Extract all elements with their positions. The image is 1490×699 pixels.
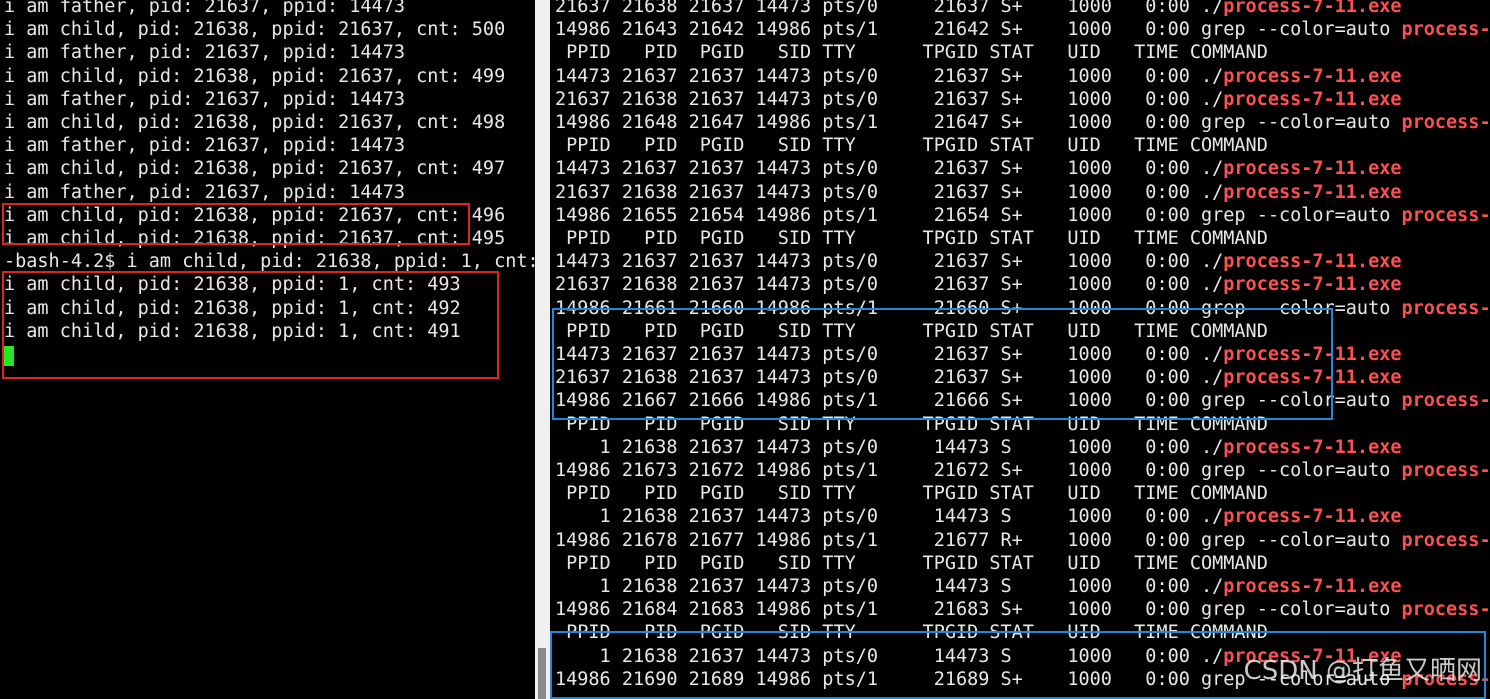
ps-row-text: 14986 21655 21654 14986 pts/1 21654 S+ 1…: [555, 204, 1402, 226]
terminal-output-line: i am child, pid: 21638, ppid: 21637, cnt…: [4, 158, 506, 180]
ps-output-row: 14473 21637 21637 14473 pts/0 21637 S+ 1…: [555, 343, 1402, 366]
ps-row-text: 21637 21638 21637 14473 pts/0 21637 S+ 1…: [555, 181, 1224, 203]
ps-row-text: 1 21638 21637 14473 pts/0 14473 S 1000 0…: [555, 506, 1224, 528]
ps-row-text: 14473 21637 21637 14473 pts/0 21637 S+ 1…: [555, 251, 1224, 273]
right-terminal-pane[interactable]: 21637 21638 21637 14473 pts/0 21637 S+ 1…: [550, 0, 1490, 699]
grep-match-highlight: process-7-11.exe: [1401, 529, 1490, 551]
ps-row-text: 14473 21637 21637 14473 pts/0 21637 S+ 1…: [555, 65, 1224, 87]
ps-row-text: PPID PID PGID SID TTY TPGID STAT UID TIM…: [555, 483, 1268, 505]
grep-match-highlight: process-7-11.exe: [1223, 181, 1402, 203]
ps-output-row: 14986 21648 21647 14986 pts/1 21647 S+ 1…: [555, 111, 1490, 134]
terminal-output-line: i am child, pid: 21638, ppid: 21637, cnt…: [4, 228, 506, 249]
terminal-output-line: i am child, pid: 21638, ppid: 21637, cnt…: [4, 19, 506, 41]
terminal-output-line: i am child, pid: 21638, ppid: 21637, cnt…: [4, 112, 506, 133]
grep-match-highlight: process-7-11.exe: [1401, 460, 1490, 481]
grep-match-highlight: process-7-11.exe: [1401, 112, 1490, 133]
ps-row-text: 14986 21667 21666 14986 pts/1 21666 S+ 1…: [555, 390, 1402, 412]
ps-output-row: 1 21638 21637 14473 pts/0 14473 S 1000 0…: [555, 505, 1402, 528]
ps-header-row: PPID PID PGID SID TTY TPGID STAT UID TIM…: [555, 621, 1268, 644]
ps-output-row: 14473 21637 21637 14473 pts/0 21637 S+ 1…: [555, 250, 1402, 273]
ps-output-row: 14986 21661 21660 14986 pts/1 21660 S+ 1…: [555, 297, 1490, 320]
ps-row-text: 21637 21638 21637 14473 pts/0 21637 S+ 1…: [555, 367, 1224, 389]
left-terminal-pane[interactable]: i am father, pid: 21637, ppid: 14473 i am…: [0, 0, 535, 699]
ps-row-text: 14473 21637 21637 14473 pts/0 21637 S+ 1…: [555, 158, 1224, 180]
ps-row-text: 1 21638 21637 14473 pts/0 14473 S 1000 0…: [555, 576, 1224, 597]
grep-match-highlight: process-7-11.exe: [1401, 297, 1490, 319]
ps-row-text: PPID PID PGID SID TTY TPGID STAT UID TIM…: [555, 135, 1268, 157]
ps-header-row: PPID PID PGID SID TTY TPGID STAT UID TIM…: [555, 134, 1268, 157]
terminal-output-line: i am child, pid: 21638, ppid: 21637, cnt…: [4, 65, 506, 87]
pane-divider[interactable]: [535, 0, 550, 699]
ps-output-row: 14986 21673 21672 14986 pts/1 21672 S+ 1…: [555, 459, 1490, 482]
ps-row-text: PPID PID PGID SID TTY TPGID STAT UID TIM…: [555, 622, 1268, 644]
ps-row-text: 14986 21661 21660 14986 pts/1 21660 S+ 1…: [555, 297, 1402, 319]
ps-row-text: PPID PID PGID SID TTY TPGID STAT UID TIM…: [555, 320, 1268, 342]
ps-output-row: 21637 21638 21637 14473 pts/0 21637 S+ 1…: [555, 88, 1402, 111]
terminal-output-line: i am father, pid: 21637, ppid: 14473: [4, 88, 405, 110]
ps-row-text: 14473 21637 21637 14473 pts/0 21637 S+ 1…: [555, 344, 1224, 365]
ps-output-row: 21637 21638 21637 14473 pts/0 21637 S+ 1…: [555, 181, 1402, 204]
ps-output-row: 14986 21678 21677 14986 pts/1 21677 R+ 1…: [555, 529, 1490, 552]
terminal-output-line: i am child, pid: 21638, ppid: 21637, cnt…: [4, 204, 506, 226]
ps-output-row: 1 21638 21637 14473 pts/0 14473 S 1000 0…: [555, 575, 1402, 598]
terminal-output-line: i am child, pid: 21638, ppid: 1, cnt: 49…: [4, 320, 461, 342]
grep-match-highlight: process-7-11.exe: [1223, 506, 1402, 528]
ps-output-row: 1 21638 21637 14473 pts/0 14473 S 1000 0…: [555, 436, 1402, 459]
ps-row-text: 21637 21638 21637 14473 pts/0 21637 S+ 1…: [555, 88, 1224, 110]
ps-header-row: PPID PID PGID SID TTY TPGID STAT UID TIM…: [555, 41, 1268, 64]
ps-output-row: 14473 21637 21637 14473 pts/0 21637 S+ 1…: [555, 65, 1402, 88]
ps-row-text: PPID PID PGID SID TTY TPGID STAT UID TIM…: [555, 42, 1268, 64]
ps-row-text: PPID PID PGID SID TTY TPGID STAT UID TIM…: [555, 552, 1268, 574]
grep-match-highlight: process-7-11.exe: [1223, 344, 1402, 365]
terminal-output-line: i am child, pid: 21638, ppid: 1, cnt: 49…: [4, 274, 461, 296]
ps-row-text: PPID PID PGID SID TTY TPGID STAT UID TIM…: [555, 228, 1268, 249]
ps-output-row: 14473 21637 21637 14473 pts/0 21637 S+ 1…: [555, 157, 1402, 180]
ps-header-row: PPID PID PGID SID TTY TPGID STAT UID TIM…: [555, 413, 1268, 436]
ps-row-text: 21637 21638 21637 14473 pts/0 21637 S+ 1…: [555, 0, 1224, 17]
grep-match-highlight: process-7-11.exe: [1223, 158, 1402, 180]
ps-header-row: PPID PID PGID SID TTY TPGID STAT UID TIM…: [555, 482, 1268, 505]
grep-match-highlight: process-7-11.exe: [1401, 599, 1490, 621]
ps-row-text: 1 21638 21637 14473 pts/0 14473 S 1000 0…: [555, 645, 1224, 667]
ps-output-row: 14986 21667 21666 14986 pts/1 21666 S+ 1…: [555, 389, 1490, 412]
watermark: CSDN @打鱼又晒网: [1243, 656, 1482, 686]
ps-output-row: 14986 21643 21642 14986 pts/1 21642 S+ 1…: [555, 18, 1490, 41]
grep-match-highlight: process-7-11.exe: [1223, 367, 1402, 389]
terminal-output-line: -bash-4.2$ i am child, pid: 21638, ppid:…: [4, 251, 535, 273]
ps-row-text: PPID PID PGID SID TTY TPGID STAT UID TIM…: [555, 413, 1268, 435]
terminal-cursor: [4, 346, 14, 366]
grep-match-highlight: process-7-11.exe: [1223, 88, 1402, 110]
ps-row-text: 14986 21643 21642 14986 pts/1 21642 S+ 1…: [555, 19, 1402, 41]
ps-output-row: 14986 21684 21683 14986 pts/1 21683 S+ 1…: [555, 598, 1490, 621]
ps-output-row: 21637 21638 21637 14473 pts/0 21637 S+ 1…: [555, 366, 1402, 389]
grep-match-highlight: process-7-11.exe: [1223, 0, 1402, 17]
grep-match-highlight: process-7-11.exe: [1223, 251, 1402, 273]
ps-row-text: 14986 21684 21683 14986 pts/1 21683 S+ 1…: [555, 599, 1402, 621]
ps-header-row: PPID PID PGID SID TTY TPGID STAT UID TIM…: [555, 552, 1268, 575]
ps-row-text: 14986 21673 21672 14986 pts/1 21672 S+ 1…: [555, 460, 1402, 481]
terminal-output-line: i am child, pid: 21638, ppid: 1, cnt: 49…: [4, 297, 461, 319]
ps-row-text: 14986 21648 21647 14986 pts/1 21647 S+ 1…: [555, 112, 1402, 133]
ps-header-row: PPID PID PGID SID TTY TPGID STAT UID TIM…: [555, 227, 1268, 250]
grep-match-highlight: process-7-11.exe: [1401, 204, 1490, 226]
grep-match-highlight: process-7-11.exe: [1401, 390, 1490, 412]
ps-row-text: 1 21638 21637 14473 pts/0 14473 S 1000 0…: [555, 436, 1224, 458]
grep-match-highlight: process-7-11.exe: [1223, 576, 1402, 597]
ps-row-text: 21637 21638 21637 14473 pts/0 21637 S+ 1…: [555, 274, 1224, 296]
ps-output-row: 21637 21638 21637 14473 pts/0 21637 S+ 1…: [555, 0, 1402, 18]
terminal-output-line: i am father, pid: 21637, ppid: 14473: [4, 42, 405, 64]
terminal-output-line: i am father, pid: 21637, ppid: 14473: [4, 181, 405, 203]
ps-output-row: 21637 21638 21637 14473 pts/0 21637 S+ 1…: [555, 273, 1402, 296]
ps-header-row: PPID PID PGID SID TTY TPGID STAT UID TIM…: [555, 320, 1268, 343]
grep-match-highlight: process-7-11.exe: [1223, 65, 1402, 87]
scrollbar-thumb[interactable]: [538, 648, 546, 699]
grep-match-highlight: process-7-11.exe: [1223, 274, 1402, 296]
terminal-output-line: i am father, pid: 21637, ppid: 14473: [4, 135, 405, 157]
ps-output-row: 14986 21655 21654 14986 pts/1 21654 S+ 1…: [555, 204, 1490, 227]
terminal-output-line: i am father, pid: 21637, ppid: 14473: [4, 0, 405, 17]
grep-match-highlight: process-7-11.exe: [1223, 436, 1402, 458]
ps-row-text: 14986 21678 21677 14986 pts/1 21677 R+ 1…: [555, 529, 1402, 551]
grep-match-highlight: process-7-11.exe: [1401, 19, 1490, 41]
